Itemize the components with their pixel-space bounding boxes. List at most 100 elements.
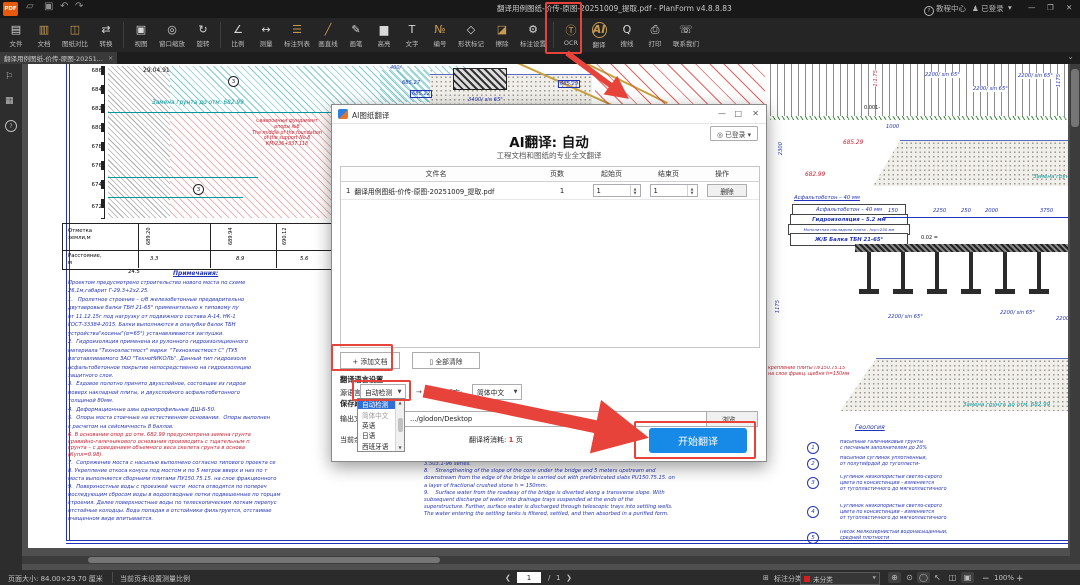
thumbnails-icon[interactable]: ▦ (5, 96, 14, 106)
toolbar-annotation-settings-button[interactable]: ⚙ 标注设置 (516, 18, 550, 52)
scroll-up-icon[interactable]: ▲ (398, 400, 401, 405)
fit-page-icon[interactable]: ▣ (961, 572, 974, 583)
zoom-out-button[interactable]: − (982, 574, 990, 584)
toolbar-separator (123, 22, 124, 48)
toolbar-numbering-button[interactable]: № 编号 (426, 18, 454, 52)
elevation-label: 674 (91, 182, 103, 188)
vertical-scrollbar-thumb[interactable] (1071, 69, 1079, 127)
annotation-category-select[interactable]: 未分类 ▼ (800, 572, 880, 585)
stepper-arrows-icon[interactable]: ▲ ▼ (686, 185, 697, 196)
bookmark-icon[interactable]: ⚐ (5, 72, 13, 82)
minimize-button[interactable]: — (1028, 3, 1036, 12)
toolbar-collapse-icon[interactable]: ⌄ (1067, 52, 1074, 61)
zoom-in-button[interactable]: + (1016, 574, 1024, 584)
toolbar-window-zoom-button[interactable]: ◎ 窗口缩放 (155, 18, 189, 52)
save-icon[interactable]: ▣ (44, 1, 53, 12)
toolbar-text-button[interactable]: T 文字 (398, 18, 426, 52)
split-view-icon[interactable]: ◫ (946, 572, 959, 583)
maximize-button[interactable]: ❐ (1047, 3, 1054, 12)
target-language-select[interactable]: 简体中文 ▼ (472, 384, 522, 400)
browse-button[interactable]: 浏览... (706, 411, 758, 427)
start-page-stepper[interactable]: 1 ▲ ▼ (592, 184, 641, 197)
toolbar-shape-mark-button[interactable]: ◇ 形状标记 (454, 18, 488, 52)
toolbar-measure-button[interactable]: ↔ 测量 (252, 18, 280, 52)
open-file-icon[interactable]: ▱ (26, 1, 34, 12)
dialog-close-button[interactable]: ✕ (752, 109, 759, 118)
toolbar-annotation-list-button[interactable]: ☰ 标注列表 (280, 18, 314, 52)
output-folder-field[interactable]: .../glodon/Desktop (379, 411, 731, 427)
zoom-area-icon[interactable]: ⊕ (888, 572, 901, 583)
soil-replacement-note-2: Замена грунта до отм. 682.99 (1033, 174, 1068, 180)
next-page-button[interactable]: ❯ (566, 574, 572, 582)
deck-slab (855, 244, 1068, 252)
app-logo: PDF (3, 2, 18, 16)
toolbar-rotate-button[interactable]: ↻ 旋转 (189, 18, 217, 52)
toolbar-scale-button[interactable]: ∠ 比例 (224, 18, 252, 52)
elevation-label: 678 (91, 144, 103, 150)
toolbar-document-button[interactable]: ▥ 文档 (30, 18, 58, 52)
slope-label: 1:1.75 (873, 70, 879, 87)
dropdown-option-japanese[interactable]: 日语 (358, 430, 395, 440)
toolbar-highlight-button[interactable]: ▆ 高亮 (370, 18, 398, 52)
notes-title: Примечания: (173, 270, 219, 277)
prev-page-button[interactable]: ❮ (505, 574, 511, 582)
undo-icon[interactable]: ↶ (60, 1, 68, 12)
document-icon: ▥ (38, 23, 50, 36)
clear-all-button[interactable]: ▯ 全部清除 (412, 352, 480, 369)
table-row-label: Отметка земли,м (68, 228, 93, 241)
stepper-arrows-icon[interactable]: ▲ ▼ (629, 185, 640, 196)
toolbar-search-line-button[interactable]: Q 搜线 (613, 18, 641, 52)
toolbar-convert-button[interactable]: ⇄ 转换 (92, 18, 120, 52)
view-icon: ▣ (135, 23, 147, 36)
tab-active-document[interactable]: 翻译用例图纸-价传-原图-20251... × (0, 52, 118, 64)
toolbar-ocr-button[interactable]: Ⓣ OCR (557, 18, 585, 52)
vertical-scrollbar[interactable] (1070, 64, 1080, 556)
horizontal-scrollbar[interactable] (22, 556, 1080, 564)
scroll-down-icon[interactable]: ▼ (398, 445, 401, 450)
dropdown-option-auto[interactable]: 自动检测 (358, 399, 395, 410)
eye-icon[interactable]: ⊙ (903, 572, 916, 583)
tutorial-center-link[interactable]: ? 教程中心 (924, 3, 966, 16)
help-icon[interactable]: ? (5, 120, 17, 132)
login-status[interactable]: ♟ 已登录 (972, 3, 1004, 14)
toolbar-drawing-compare-button[interactable]: ◫ 图纸对比 (58, 18, 92, 52)
titlebar: PDF ▱ ▣ ↶ ↷ 翻译用例图纸-价传-原图-20251009_提取.pdf… (0, 0, 1080, 18)
level-line (108, 177, 258, 178)
dim-label: 250 (961, 208, 971, 214)
theme-button[interactable]: ▾ (1008, 3, 1012, 12)
toolbar-translate-button[interactable]: AI 翻译 (585, 18, 613, 52)
toolbar-separator (553, 22, 554, 48)
toolbar-print-button[interactable]: ⎙ 打印 (641, 18, 669, 52)
redo-icon[interactable]: ↷ (75, 1, 83, 12)
hand-tool-icon[interactable]: ◯ (917, 572, 930, 583)
dropdown-option-english[interactable]: 英语 (358, 420, 395, 430)
add-document-button[interactable]: + 添加文档 (340, 352, 400, 369)
status-bar: 页面大小: 84.00×29.70 厘米 当前页未设置测量比例 ❮ 1 / 1 … (0, 570, 1080, 585)
toolbar-draw-line-button[interactable]: ╱ 画直线 (314, 18, 342, 52)
dialog-minimize-button[interactable]: — (718, 109, 726, 118)
cursor-tool-icon[interactable]: ↖ (931, 572, 944, 583)
toolbar-file-button[interactable]: ▤ 文件 (2, 18, 30, 52)
toolbar-view-button[interactable]: ▣ 视图 (127, 18, 155, 52)
dropdown-option-spanish[interactable]: 西班牙语 (358, 441, 395, 451)
dim-label-vertical: 1175 (775, 300, 781, 314)
page-total: 1 (556, 574, 561, 582)
dropdown-option-simplified-chinese[interactable]: 简体中文 (358, 409, 395, 420)
elevation-value: 689.20 (146, 227, 152, 246)
dropdown-scrollbar[interactable]: ▲ ▼ (395, 399, 404, 451)
toolbar-contact-us-button[interactable]: ☏ 联系我们 (669, 18, 703, 52)
end-page-stepper[interactable]: 1 ▲ ▼ (649, 184, 698, 197)
dropdown-scrollbar-thumb[interactable] (397, 418, 403, 432)
toolbar-pen-button[interactable]: ✎ 画笔 (342, 18, 370, 52)
toolbar-erase-button[interactable]: ◪ 擦除 (488, 18, 516, 52)
horizontal-scrollbar-thumb[interactable] (88, 557, 440, 563)
dialog-maximize-button[interactable]: □ (734, 109, 742, 118)
dialog-app-icon (338, 109, 348, 119)
tab-close-icon[interactable]: × (108, 54, 113, 62)
t-beam (926, 252, 948, 294)
start-translate-button[interactable]: 开始翻译 (649, 428, 747, 453)
delete-file-button[interactable]: 删除 (707, 184, 747, 197)
annotation-classify-label: 标注分类 (774, 575, 802, 583)
close-button[interactable]: ✕ (1066, 3, 1072, 12)
page-number-input[interactable]: 1 (517, 572, 541, 583)
